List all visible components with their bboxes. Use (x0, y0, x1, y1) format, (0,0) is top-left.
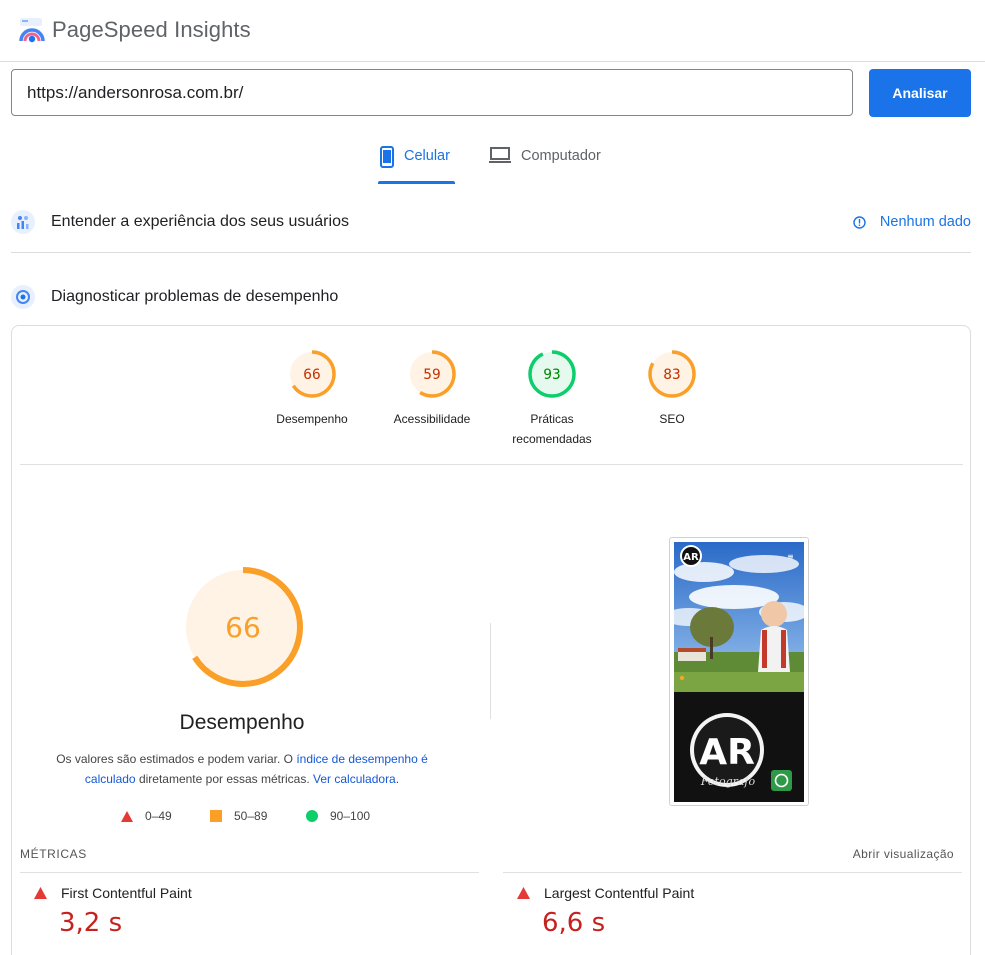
app-header: PageSpeed Insights (0, 0, 985, 62)
screenshot-menu-icon: ≡ (787, 552, 794, 561)
legend-pass: 90–100 (306, 809, 370, 823)
users-chart-icon (11, 210, 35, 234)
field-data-title: Entender a experiência dos seus usuários (51, 213, 349, 230)
no-data-label: Nenhum dado (879, 214, 971, 230)
score-label: SEO (659, 412, 685, 426)
brand-name[interactable]: PageSpeed Insights (52, 17, 251, 43)
square-icon (210, 810, 222, 822)
performance-description: Os valores são estimados e podem variar.… (52, 749, 432, 789)
metric-lcp: Largest Contentful Paint (517, 885, 694, 901)
gauge-ring: 59 (408, 350, 456, 398)
gauge-ring: 93 (528, 350, 576, 398)
no-data-link[interactable]: Nenhum dado (853, 214, 971, 230)
tab-desktop-label: Computador (521, 148, 601, 164)
legend-fail: 0–49 (121, 809, 172, 823)
card-divider (20, 464, 963, 465)
laptop-icon (489, 147, 511, 163)
metric-fcp: First Contentful Paint (34, 885, 192, 901)
score-gauge-performance[interactable]: 66 Desempenho (252, 349, 372, 429)
triangle-icon (121, 810, 133, 822)
score-value: 83 (663, 367, 680, 383)
metrics-heading: MÉTRICAS (20, 847, 87, 861)
lab-data-title: Diagnosticar problemas de desempenho (51, 288, 339, 305)
metric-divider (503, 872, 962, 873)
metric-value: 3,2 s (59, 908, 123, 938)
tab-mobile-label: Celular (404, 148, 450, 164)
score-label: Práticas recomendadas (512, 412, 592, 446)
tab-mobile[interactable]: Celular (380, 146, 450, 184)
score-label: Desempenho (276, 412, 348, 426)
screenshot-big-logo: AR (699, 732, 755, 773)
phone-icon (380, 146, 394, 168)
gauge-ring: 66 (288, 350, 336, 398)
circle-icon (306, 810, 318, 822)
analyze-button[interactable]: Analisar (869, 69, 971, 117)
fail-triangle-icon (34, 887, 47, 899)
page-screenshot[interactable]: AR ≡ AR Fotografo (669, 537, 809, 806)
score-gauge-seo[interactable]: 83 SEO (612, 349, 732, 429)
gauge-ring: 83 (648, 350, 696, 398)
metric-name: First Contentful Paint (61, 885, 192, 901)
performance-gauge-large: 66 (183, 567, 303, 687)
score-value: 66 (303, 367, 320, 383)
screenshot-logo: AR (683, 552, 699, 563)
pagespeed-logo-icon[interactable] (18, 17, 46, 43)
expand-view-link[interactable]: Abrir visualização (853, 847, 954, 861)
screenshot-content: AR ≡ AR Fotografo (674, 542, 804, 802)
url-input[interactable] (11, 69, 853, 116)
desc-text: diretamente por essas métricas. (135, 772, 314, 786)
screenshot-image: AR ≡ AR Fotografo (674, 542, 804, 802)
score-label: Acessibilidade (393, 412, 471, 426)
score-value: 93 (543, 367, 560, 383)
score-gauge-best-practices[interactable]: 93 Práticas recomendadas (492, 349, 612, 449)
screenshot-signature: Fotografo (700, 775, 756, 788)
field-data-section: Entender a experiência dos seus usuários… (11, 209, 971, 235)
calculator-link[interactable]: Ver calculadora (313, 772, 396, 786)
active-tab-indicator (378, 181, 455, 184)
lab-data-section: Diagnosticar problemas de desempenho (11, 284, 971, 310)
desc-text: Os valores são estimados e podem variar.… (56, 752, 297, 766)
score-value: 59 (423, 367, 440, 383)
tab-desktop[interactable]: Computador (489, 146, 601, 184)
performance-score: 66 (225, 611, 261, 644)
metric-value: 6,6 s (542, 908, 606, 938)
section-divider (11, 252, 971, 253)
legend-range: 0–49 (145, 809, 172, 823)
legend-range: 90–100 (330, 809, 371, 823)
legend-range: 50–89 (234, 809, 268, 823)
metric-name: Largest Contentful Paint (544, 885, 695, 901)
score-gauge-accessibility[interactable]: 59 Acessibilidade (372, 349, 492, 429)
info-icon (853, 215, 866, 229)
vertical-separator (490, 623, 491, 719)
metric-divider (20, 872, 479, 873)
desc-text: . (395, 772, 400, 786)
fail-triangle-icon (517, 887, 530, 899)
lighthouse-icon (11, 285, 35, 309)
report-card: 66 Desempenho 59 Acessibilidade 93 Práti… (11, 325, 971, 955)
legend-average: 50–89 (210, 809, 267, 823)
performance-title: Desempenho (179, 711, 305, 734)
